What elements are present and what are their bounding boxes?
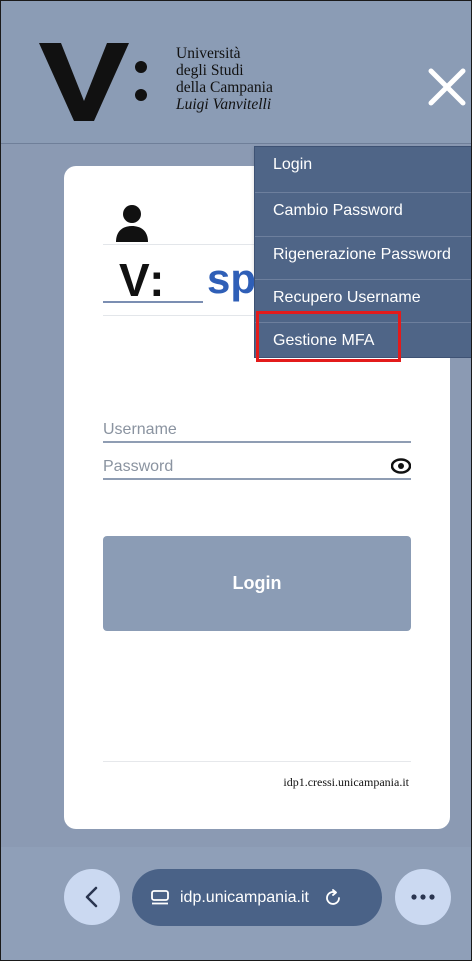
show-password-eye-icon[interactable] bbox=[391, 458, 411, 474]
university-name: Università degli Studi della Campania Lu… bbox=[176, 45, 273, 113]
university-line-1: Università bbox=[176, 45, 241, 62]
menu-item-rigenerazione-password[interactable]: Rigenerazione Password bbox=[255, 236, 471, 272]
menu-item-cambio-password[interactable]: Cambio Password bbox=[255, 192, 471, 228]
url-text: idp.unicampania.it bbox=[180, 888, 309, 906]
brand-divider-top bbox=[103, 244, 255, 245]
brand-text: sp bbox=[207, 255, 257, 302]
highlight-box bbox=[256, 311, 401, 362]
password-input[interactable] bbox=[103, 456, 411, 478]
back-button[interactable] bbox=[64, 869, 120, 925]
university-line-3: della Campania bbox=[176, 79, 273, 96]
url-bar[interactable]: idp.unicampania.it bbox=[132, 869, 382, 926]
tabs-icon[interactable] bbox=[150, 889, 170, 907]
app-frame: Università degli Studi della Campania Lu… bbox=[0, 0, 472, 961]
footer-divider bbox=[103, 761, 411, 762]
university-line-4: Luigi Vanvitelli bbox=[176, 96, 272, 113]
brand-mark: V: bbox=[119, 254, 167, 306]
vanvitelli-logo-icon bbox=[39, 43, 129, 121]
reload-icon[interactable] bbox=[323, 888, 343, 908]
brand-underline bbox=[103, 301, 203, 303]
close-menu-icon[interactable] bbox=[425, 65, 469, 109]
footer-host: idp1.cressi.unicampania.it bbox=[283, 775, 409, 789]
site-header: Università degli Studi della Campania Lu… bbox=[1, 1, 471, 144]
user-icon bbox=[116, 205, 148, 242]
menu-item-login[interactable]: Login bbox=[255, 147, 471, 183]
login-button[interactable]: Login bbox=[103, 536, 411, 631]
password-field bbox=[103, 456, 411, 480]
more-icon bbox=[411, 894, 435, 900]
university-line-2: degli Studi bbox=[176, 62, 244, 79]
more-button[interactable] bbox=[395, 869, 451, 925]
username-field bbox=[103, 419, 411, 443]
brand-divider bbox=[103, 315, 255, 316]
username-input[interactable] bbox=[103, 419, 411, 441]
back-icon bbox=[85, 886, 98, 908]
menu-item-recupero-username[interactable]: Recupero Username bbox=[255, 279, 471, 315]
